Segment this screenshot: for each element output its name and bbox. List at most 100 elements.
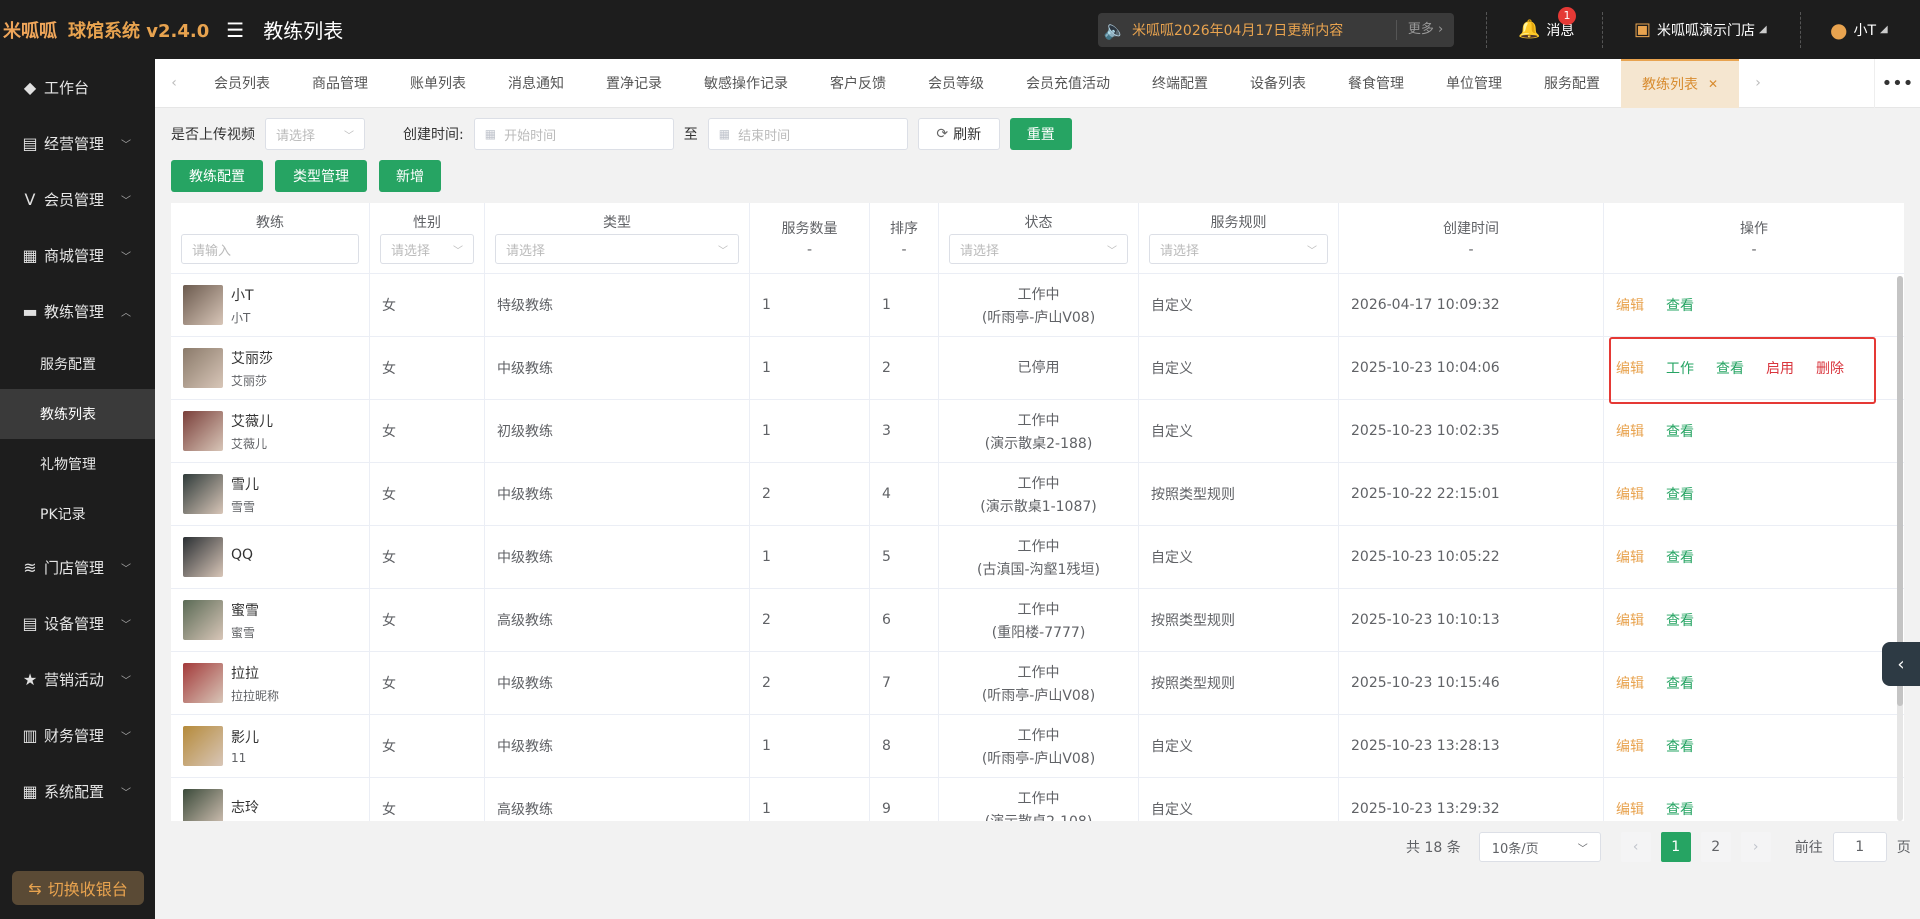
tab-devices[interactable]: 设备列表 [1229, 59, 1327, 108]
tab-bills[interactable]: 账单列表 [389, 59, 487, 108]
tab-feedback[interactable]: 客户反馈 [809, 59, 907, 108]
table-row: 小T 小T 女特级教练 1 1 工作中 (听雨亭-庐山V08) 自定义 2026-04… [171, 274, 1904, 337]
edit-button[interactable]: 编辑 [1616, 358, 1644, 378]
table-row: 影儿 11 女中级教练 1 8 工作中 (听雨亭-庐山V08) 自定义 2025-10… [171, 715, 1904, 778]
coach-search-input[interactable]: 请输入 [181, 234, 359, 264]
page-size-select[interactable]: 10条/页 ﹀ [1478, 832, 1601, 862]
coach-info: 影儿 11 [183, 726, 259, 766]
type-management-button[interactable]: 类型管理 [275, 160, 367, 192]
tab-notifications[interactable]: 消息通知 [487, 59, 585, 108]
edit-button[interactable]: 编辑 [1616, 610, 1644, 630]
view-button[interactable]: 查看 [1666, 547, 1694, 567]
notice-more-link[interactable]: 更多 › [1396, 20, 1454, 40]
tab-recharge[interactable]: 会员充值活动 [1005, 59, 1131, 108]
status-filter-select[interactable]: 请选择 ﹀ [949, 234, 1128, 264]
chevron-down-icon: ﹀ [121, 195, 131, 207]
work-button[interactable]: 工作 [1666, 358, 1694, 378]
refresh-button[interactable]: ⟳ 刷新 [917, 118, 1000, 150]
cell-coach: 蜜雪 蜜雪 [171, 589, 370, 651]
sidebar-item-mall[interactable]: ▦ 商城管理 ﹀ [0, 227, 155, 283]
cell-rule: 按照类型规则 [1139, 463, 1339, 525]
close-icon[interactable]: ✕ [1708, 77, 1718, 91]
coach-config-button[interactable]: 教练配置 [171, 160, 263, 192]
tab-units[interactable]: 单位管理 [1425, 59, 1523, 108]
cell-status: 工作中 (演示散桌2-188) [939, 400, 1139, 462]
gender-filter-select[interactable]: 请选择 ﹀ [380, 234, 474, 264]
sidebar-item-coach[interactable]: ▬ 教练管理 ︿ [0, 283, 155, 339]
goto-label: 前往 [1794, 840, 1823, 856]
cell-ops: 编辑 查看 [1604, 652, 1904, 714]
start-time-input[interactable]: ▦ 开始时间 [473, 118, 674, 150]
header-sub: - [1751, 242, 1757, 258]
add-button[interactable]: 新增 [379, 160, 441, 192]
chevron-down-icon: ﹀ [121, 675, 131, 687]
reset-button[interactable]: 重置 [1009, 118, 1072, 150]
view-button[interactable]: 查看 [1666, 673, 1694, 693]
prev-page-button[interactable]: ‹ [1620, 832, 1651, 862]
enable-button[interactable]: 启用 [1766, 358, 1794, 378]
end-time-input[interactable]: ▦ 结束时间 [707, 118, 908, 150]
cell-gender: 女 [370, 400, 485, 462]
edit-button[interactable]: 编辑 [1616, 484, 1644, 504]
tab-meals[interactable]: 餐食管理 [1327, 59, 1425, 108]
view-button[interactable]: 查看 [1716, 358, 1744, 378]
notice-text[interactable]: 米呱呱2026年04月17日更新内容 [1132, 20, 1396, 40]
sidebar-item-finance[interactable]: ▥ 财务管理 ﹀ [0, 707, 155, 763]
view-button[interactable]: 查看 [1666, 484, 1694, 504]
tab-service-config[interactable]: 服务配置 [1523, 59, 1621, 108]
sidebar-item-system[interactable]: ▦ 系统配置 ﹀ [0, 763, 155, 819]
delete-button[interactable]: 删除 [1816, 358, 1844, 378]
edit-button[interactable]: 编辑 [1616, 673, 1644, 693]
next-page-button[interactable]: › [1740, 832, 1771, 862]
view-button[interactable]: 查看 [1666, 610, 1694, 630]
sidebar-item-devices[interactable]: ▤ 设备管理 ﹀ [0, 595, 155, 651]
more-options-icon[interactable]: ••• [1874, 59, 1920, 108]
tab-scroll-left-icon[interactable]: ‹ [155, 59, 193, 108]
sidebar-item-business[interactable]: ▤ 经营管理 ﹀ [0, 115, 155, 171]
view-button[interactable]: 查看 [1666, 736, 1694, 756]
edit-button[interactable]: 编辑 [1616, 799, 1644, 819]
avatar [183, 411, 223, 451]
sidebar-item-marketing[interactable]: ★ 营销活动 ﹀ [0, 651, 155, 707]
type-filter-select[interactable]: 请选择 ﹀ [495, 234, 739, 264]
col-created: 创建时间 - [1339, 203, 1604, 273]
sidebar-sub-service-config[interactable]: 服务配置 [0, 339, 155, 389]
menu-toggle-icon[interactable]: ☰ [223, 18, 247, 42]
sidebar-sub-coach-list[interactable]: 教练列表 [0, 389, 155, 439]
goto-page-input[interactable]: 1 [1832, 832, 1887, 862]
user-menu[interactable]: ● 小T ◢ [1830, 0, 1888, 59]
tab-scroll-right-icon[interactable]: › [1739, 59, 1777, 108]
page-1-button[interactable]: 1 [1660, 832, 1691, 862]
sidebar-item-stores[interactable]: ≋ 门店管理 ﹀ [0, 539, 155, 595]
sidebar-sub-pk-records[interactable]: PK记录 [0, 489, 155, 539]
edit-button[interactable]: 编辑 [1616, 736, 1644, 756]
tab-terminal[interactable]: 终端配置 [1131, 59, 1229, 108]
tab-member-list[interactable]: 会员列表 [193, 59, 291, 108]
coach-nickname: 11 [231, 751, 247, 765]
tab-sensitive-ops[interactable]: 敏感操作记录 [683, 59, 809, 108]
view-button[interactable]: 查看 [1666, 421, 1694, 441]
sidebar-sub-gifts[interactable]: 礼物管理 [0, 439, 155, 489]
messages-button[interactable]: 🔔 1 消息 [1518, 0, 1576, 59]
edit-button[interactable]: 编辑 [1616, 421, 1644, 441]
sidebar-item-workbench[interactable]: ◆ 工作台 [0, 59, 155, 115]
view-button[interactable]: 查看 [1666, 799, 1694, 819]
view-button[interactable]: 查看 [1666, 295, 1694, 315]
switch-cashier-button[interactable]: ⇆ 切换收银台 [12, 871, 144, 905]
chevron-down-icon: ﹀ [121, 563, 131, 575]
tab-member-levels[interactable]: 会员等级 [907, 59, 1005, 108]
store-label: 米呱呱演示门店 [1657, 22, 1756, 39]
rule-filter-select[interactable]: 请选择 ﹀ [1149, 234, 1328, 264]
page-2-button[interactable]: 2 [1700, 832, 1731, 862]
tab-clean-records[interactable]: 置净记录 [585, 59, 683, 108]
video-filter-select[interactable]: 请选择 ﹀ [265, 118, 365, 150]
collapse-panel-icon[interactable]: ‹ [1882, 642, 1920, 686]
sidebar-item-label: 会员管理 [44, 190, 105, 209]
edit-button[interactable]: 编辑 [1616, 547, 1644, 567]
edit-button[interactable]: 编辑 [1616, 295, 1644, 315]
tab-goods[interactable]: 商品管理 [291, 59, 389, 108]
tab-coach-list[interactable]: 教练列表 ✕ [1621, 58, 1740, 108]
store-switcher[interactable]: ▣ 米呱呱演示门店 ◢ [1634, 0, 1767, 59]
sidebar-item-members[interactable]: V 会员管理 ﹀ [0, 171, 155, 227]
update-notice[interactable]: 🔈 米呱呱2026年04月17日更新内容 更多 › [1098, 13, 1454, 47]
